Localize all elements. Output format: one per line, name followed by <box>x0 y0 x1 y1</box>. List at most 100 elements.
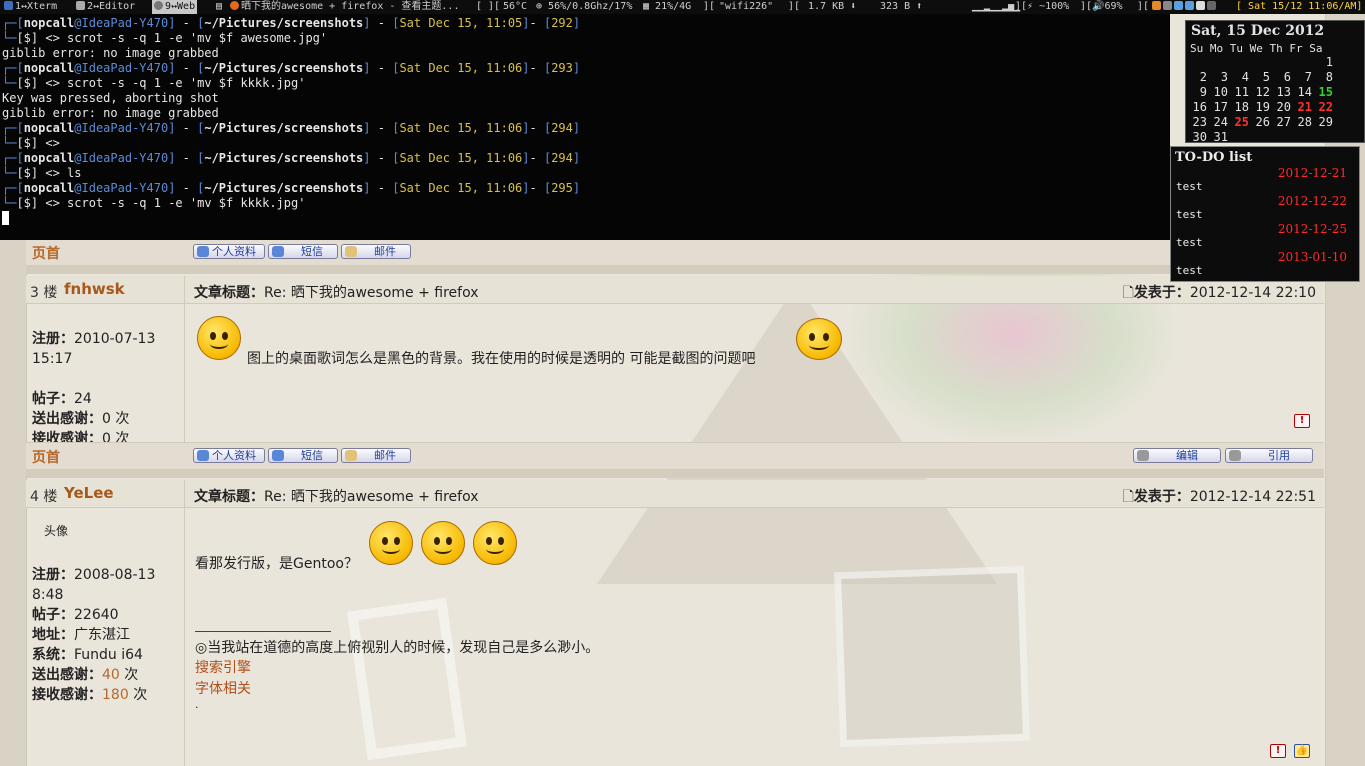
cpu-widget: ⊕ 56%/0.8Ghz/17% <box>536 1 633 12</box>
report-icon[interactable]: ! <box>1294 414 1310 428</box>
calendar-day[interactable]: 26 <box>1249 115 1270 129</box>
calendar-day[interactable]: 24 <box>1207 115 1228 129</box>
calendar-day[interactable]: 11 <box>1228 85 1249 99</box>
pm-button[interactable]: 短信 <box>268 448 338 463</box>
calendar-day[interactable]: 5 <box>1249 70 1270 84</box>
calendar-day[interactable]: 20 <box>1270 100 1291 114</box>
xterm-icon <box>4 1 13 10</box>
battery-widget: ⚡ ~100% <box>1027 1 1070 12</box>
calendar-day[interactable]: 27 <box>1270 115 1291 129</box>
prompt-line: ┌─[nopcall@IdeaPad-Y470] - [~/Pictures/s… <box>2 61 581 75</box>
command-line: └─[$] <> scrot -s -q 1 -e 'mv $f awesome… <box>2 31 328 45</box>
lightning-icon: ⚡ <box>1027 1 1034 12</box>
calendar-day[interactable]: 17 <box>1207 100 1228 114</box>
back-to-top-link[interactable]: 页首 <box>32 243 60 263</box>
tag-editor[interactable]: 2↔Editor <box>74 0 137 14</box>
todo-item: test <box>1176 208 1203 221</box>
author-name[interactable]: YeLee <box>64 484 114 502</box>
users-icon <box>272 246 284 257</box>
post-icon[interactable]: 🗋 <box>1123 489 1134 505</box>
calendar-day[interactable]: 18 <box>1228 100 1249 114</box>
net-graph: ▁▁▂▁▁▂▅▁ <box>972 1 1021 12</box>
post-body: 头像 注册：2008-08-13 8:48 帖子：22640 地址：广东湛江 系… <box>26 508 1324 766</box>
divider <box>184 276 185 304</box>
calendar-day[interactable]: 8 <box>1312 70 1333 84</box>
text-cursor <box>2 211 9 225</box>
thanks-sent: 送出感谢：0 次 <box>32 411 130 427</box>
post-icon[interactable]: 🗋 <box>1123 285 1134 301</box>
signature: ◎当我站在道德的高度上俯视别人的时候，发现自己是多么渺小。 <box>195 640 600 656</box>
output-line: Key was pressed, aborting shot <box>2 91 219 105</box>
calendar-day[interactable]: 13 <box>1270 85 1291 99</box>
calendar-day[interactable]: 1 <box>1312 55 1333 69</box>
calendar-day[interactable]: 28 <box>1291 115 1312 129</box>
pm-button[interactable]: 短信 <box>268 244 338 259</box>
temp-widget: 56°C <box>503 1 528 12</box>
calendar-day[interactable]: 25 <box>1228 115 1249 129</box>
calendar-day[interactable]: 29 <box>1312 115 1333 129</box>
signature-link[interactable]: 搜索引擎 <box>195 657 251 677</box>
calendar-day[interactable]: 9 <box>1186 85 1207 99</box>
tray-app-icon[interactable] <box>1174 1 1183 10</box>
top-panel: 1↔Xterm 2↔Editor 9↔Web ▤ 晒下我的awesome + f… <box>0 0 1365 14</box>
terminal-window[interactable]: ┌─[nopcall@IdeaPad-Y470] - [~/Pictures/s… <box>0 14 1170 240</box>
calendar-day[interactable]: 22 <box>1312 100 1333 114</box>
author-name[interactable]: fnhwsk <box>64 280 125 298</box>
tray-app-icon[interactable] <box>1163 1 1172 10</box>
thanks-sent: 送出感谢：40 次 <box>32 667 139 683</box>
layout-icon[interactable]: ▤ <box>216 0 222 14</box>
email-button[interactable]: 邮件 <box>341 448 411 463</box>
calendar-day[interactable]: 14 <box>1291 85 1312 99</box>
prompt-line: ┌─[nopcall@IdeaPad-Y470] - [~/Pictures/s… <box>2 121 581 135</box>
globe-icon <box>154 1 163 10</box>
thanks-received: 接收感谢：180 次 <box>32 687 148 703</box>
calendar-day[interactable]: 19 <box>1249 100 1270 114</box>
back-to-top-link[interactable]: 页首 <box>32 447 60 467</box>
calendar-day[interactable]: 16 <box>1186 100 1207 114</box>
tag-web[interactable]: 9↔Web <box>152 0 198 14</box>
firefox-task[interactable]: 晒下我的awesome + firefox - 查看主题... <box>230 0 459 14</box>
calendar-day[interactable]: 7 <box>1291 70 1312 84</box>
todo-widget: TO-DO list 2012-12-21 test 2012-12-22 te… <box>1170 146 1360 282</box>
calendar-day[interactable]: 21 <box>1291 100 1312 114</box>
todo-date: 2012-12-22 <box>1277 194 1347 208</box>
clock[interactable]: [ Sat 15/12 11:06/AM] <box>1236 0 1362 14</box>
calendar-day[interactable]: 15 <box>1312 85 1333 99</box>
tray-app-icon[interactable] <box>1185 1 1194 10</box>
report-icon[interactable]: ! <box>1270 744 1286 758</box>
email-button[interactable]: 邮件 <box>341 244 411 259</box>
signature-link[interactable]: 字体相关 <box>195 678 251 698</box>
calendar-day[interactable]: 31 <box>1207 130 1228 144</box>
output-line: giblib error: no image grabbed <box>2 46 219 60</box>
calendar-day[interactable]: 10 <box>1207 85 1228 99</box>
quote-icon <box>1229 450 1241 461</box>
dizzy-smiley-icon <box>197 316 241 360</box>
tag-xterm[interactable]: 1↔Xterm <box>2 0 59 14</box>
envelope-icon <box>345 450 357 461</box>
volume-widget[interactable]: 🔊69% <box>1092 0 1123 14</box>
tray-app-icon[interactable] <box>1152 1 1161 10</box>
calendar-day[interactable]: 4 <box>1228 70 1249 84</box>
profile-button[interactable]: 个人资料 <box>193 244 265 259</box>
calendar-day[interactable]: 30 <box>1186 130 1207 144</box>
thanks-icon[interactable]: 👍 <box>1294 744 1310 758</box>
post-time: 🗋发表于：2012-12-14 22:51 <box>1122 489 1316 505</box>
reg-date: 注册：2008-08-13 8:48 <box>32 567 156 603</box>
separator: ][ <box>703 1 716 12</box>
divider <box>184 304 185 442</box>
calendar-day[interactable]: 2 <box>1186 70 1207 84</box>
user-icon <box>197 450 209 461</box>
quote-button[interactable]: 引用 <box>1225 448 1313 463</box>
command-line: └─[$] <> scrot -s -q 1 -e 'mv $f kkkk.jp… <box>2 196 306 210</box>
tray-app-icon[interactable] <box>1207 1 1216 10</box>
edit-button[interactable]: 编辑 <box>1133 448 1221 463</box>
wifi-widget: "wifi226" <box>719 1 774 12</box>
calendar-day[interactable]: 12 <box>1249 85 1270 99</box>
envelope-icon <box>345 246 357 257</box>
calendar-day[interactable]: 6 <box>1270 70 1291 84</box>
tray-app-icon[interactable] <box>1196 1 1205 10</box>
calendar-day[interactable]: 23 <box>1186 115 1207 129</box>
profile-button[interactable]: 个人资料 <box>193 448 265 463</box>
calendar-day[interactable]: 3 <box>1207 70 1228 84</box>
tray[interactable] <box>1152 0 1218 14</box>
